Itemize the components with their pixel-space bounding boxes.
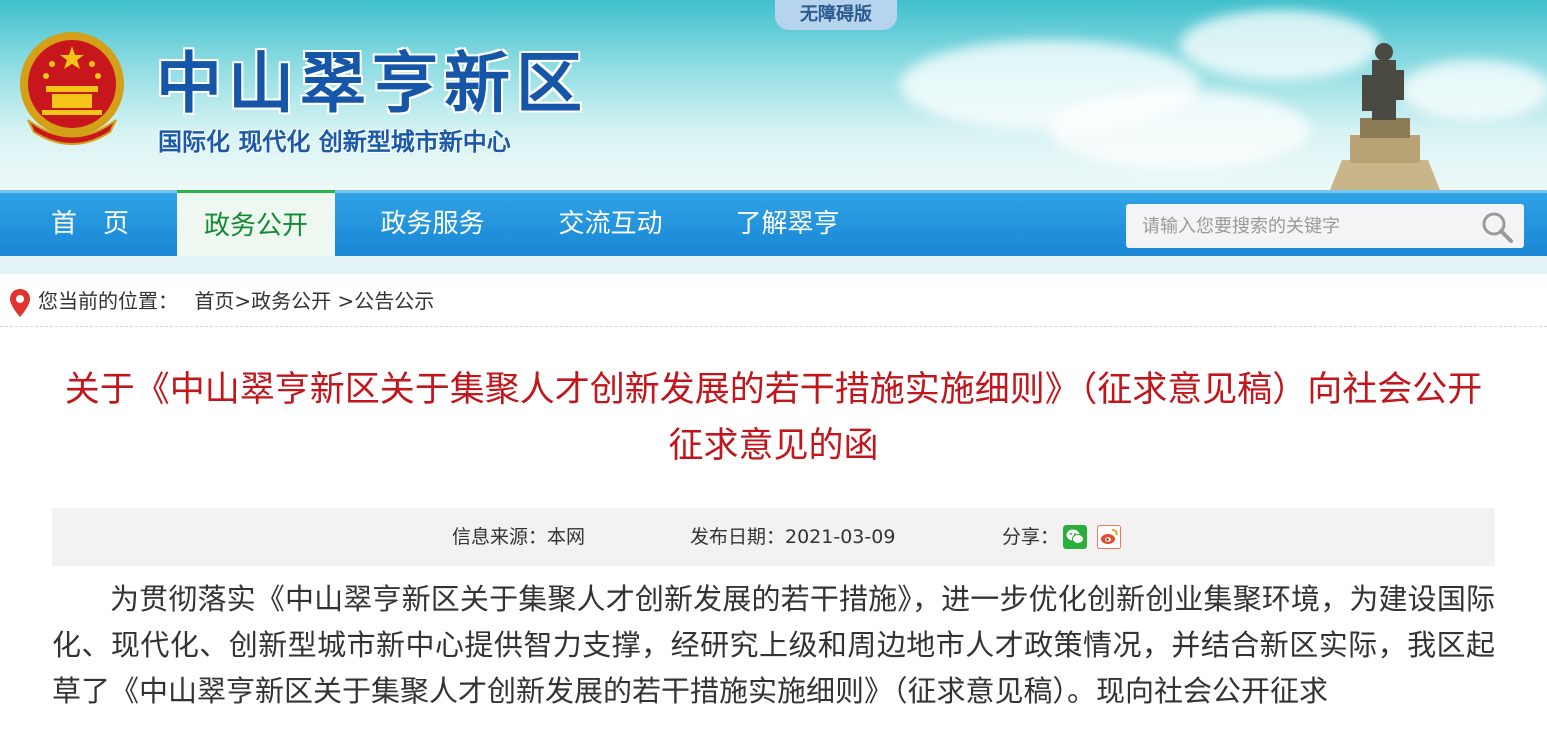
national-emblem-icon <box>20 32 124 145</box>
search-input[interactable] <box>1126 204 1466 248</box>
nav-interaction[interactable]: 交流互动 <box>538 193 683 256</box>
site-slogan: 国际化 现代化 创新型城市新中心 <box>158 128 511 156</box>
breadcrumb-path[interactable]: 首页>政务公开 >公告公示 <box>194 289 434 313</box>
article-source: 信息来源：本网 <box>452 526 586 548</box>
location-pin-icon <box>10 288 30 317</box>
share-label: 分享： <box>1002 526 1060 548</box>
statue-image <box>1330 43 1440 190</box>
breadcrumb-prefix: 您当前的位置： <box>38 289 178 313</box>
article-title: 关于《中山翠亨新区关于集聚人才创新发展的若干措施实施细则》（征求意见稿）向社会公… <box>64 370 1483 466</box>
site-header: 无障碍版 中山翠亨新区 国际化 现代化 创新型城市新中心 <box>0 0 1547 190</box>
wechat-share-icon[interactable] <box>1063 525 1087 549</box>
article-meta-bar: 信息来源：本网 发布日期：2021-03-09 分享： <box>52 508 1495 566</box>
search-box <box>1126 204 1524 248</box>
weibo-share-icon[interactable] <box>1097 525 1121 549</box>
breadcrumb: 您当前的位置： 首页>政务公开 >公告公示 <box>10 284 434 318</box>
nav-government-affairs[interactable]: 政务公开 <box>177 190 335 259</box>
search-icon[interactable] <box>1480 210 1514 244</box>
nav-government-services[interactable]: 政务服务 <box>360 193 505 256</box>
nav-home[interactable]: 首 页 <box>30 193 150 256</box>
article-body: 为贯彻落实《中山翠亨新区关于集聚人才创新发展的若干措施》，进一步优化创新创业集聚… <box>52 582 1495 708</box>
main-nav: 首 页 政务公开 政务服务 交流互动 了解翠亨 <box>0 190 1547 259</box>
site-title: 中山翠亨新区 <box>156 45 588 122</box>
article-date: 发布日期：2021-03-09 <box>690 526 896 548</box>
breadcrumb-divider <box>0 326 1547 327</box>
accessibility-mode-button[interactable]: 无障碍版 <box>775 0 897 30</box>
nav-about-cuiheng[interactable]: 了解翠亨 <box>715 193 860 256</box>
nav-underline-stripe <box>0 256 1547 274</box>
